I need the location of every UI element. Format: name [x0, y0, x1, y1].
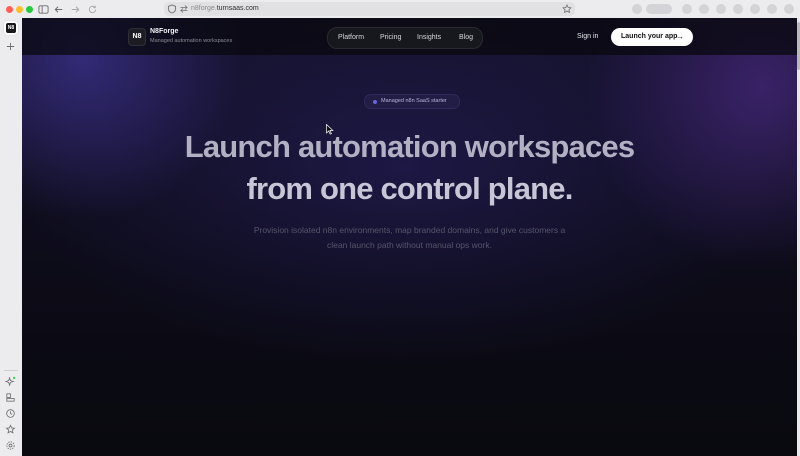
url-text: n8forge.turnsaas.com — [191, 5, 259, 12]
mouse-pointer-icon — [326, 124, 334, 135]
extension-icon[interactable] — [784, 4, 794, 14]
back-arrow-icon[interactable] — [52, 3, 64, 15]
new-tab-plus-icon[interactable] — [5, 41, 17, 53]
launch-app-label: Launch your app — [621, 33, 678, 40]
browser-sidebar: N8 — [0, 18, 22, 456]
extension-icon[interactable] — [646, 4, 672, 14]
hero-title-line-2: from one control plane. — [246, 171, 573, 206]
launch-app-button[interactable]: Launch your app → — [611, 28, 693, 46]
hero-badge: Managed n8n SaaS starter — [364, 94, 460, 109]
zoom-window-button[interactable] — [26, 6, 33, 13]
address-bar[interactable]: n8forge.turnsaas.com — [164, 2, 575, 16]
hero-title-line-1: Launch automation workspaces — [184, 129, 635, 164]
hero-subtitle-line-1: Provision isolated n8n environments, map… — [253, 225, 566, 235]
web-page: N8 N8Forge Managed automation workspaces… — [22, 18, 797, 456]
nav-link-pricing[interactable]: Pricing — [380, 34, 401, 41]
browser-window: n8forge.turnsaas.com N8 N8 N8Forge Manag… — [0, 0, 800, 456]
extension-icon[interactable] — [716, 4, 726, 14]
site-settings-icon[interactable] — [179, 4, 189, 14]
history-clock-icon[interactable] — [5, 408, 17, 420]
extension-icon[interactable] — [750, 4, 760, 14]
brand-tagline: Managed automation workspaces — [150, 38, 233, 44]
extension-icon[interactable] — [632, 4, 642, 14]
hero-subtitle-line-2: clean launch path without manual ops wor… — [327, 240, 492, 250]
extension-icon[interactable] — [682, 4, 692, 14]
bookmark-star-icon[interactable] — [562, 4, 572, 14]
close-window-button[interactable] — [6, 6, 13, 13]
extension-icon[interactable] — [767, 4, 777, 14]
settings-gear-icon[interactable] — [5, 440, 17, 452]
minimize-window-button[interactable] — [16, 6, 23, 13]
brand-logo[interactable]: N8 — [128, 28, 146, 46]
sign-in-link[interactable]: Sign in — [577, 33, 598, 40]
sidebar-toggle-icon[interactable] — [37, 3, 49, 15]
nav-link-platform[interactable]: Platform — [338, 34, 364, 41]
reload-icon[interactable] — [86, 3, 98, 15]
hero-badge-text: Managed n8n SaaS starter — [381, 98, 447, 104]
arrow-right-icon: → — [676, 32, 684, 41]
extension-icon[interactable] — [699, 4, 709, 14]
nav-link-blog[interactable]: Blog — [459, 34, 473, 41]
tabs-grid-icon[interactable] — [5, 392, 17, 404]
brand-name[interactable]: N8Forge — [150, 28, 178, 35]
main-nav: Platform Pricing Insights Blog — [327, 27, 483, 49]
ai-sparkle-icon[interactable] — [5, 376, 17, 388]
sidebar-tab-n8forge[interactable]: N8 — [4, 21, 18, 35]
nav-link-insights[interactable]: Insights — [417, 34, 441, 41]
sidebar-divider — [4, 370, 18, 371]
browser-toolbar: n8forge.turnsaas.com — [0, 0, 800, 18]
favorites-star-icon[interactable] — [5, 424, 17, 436]
shield-icon — [168, 4, 176, 14]
site-header: N8 N8Forge Managed automation workspaces… — [22, 18, 797, 55]
tab-favicon: N8 — [6, 23, 16, 33]
badge-dot-icon — [373, 100, 377, 104]
extension-icon[interactable] — [733, 4, 743, 14]
forward-arrow-icon[interactable] — [69, 3, 81, 15]
